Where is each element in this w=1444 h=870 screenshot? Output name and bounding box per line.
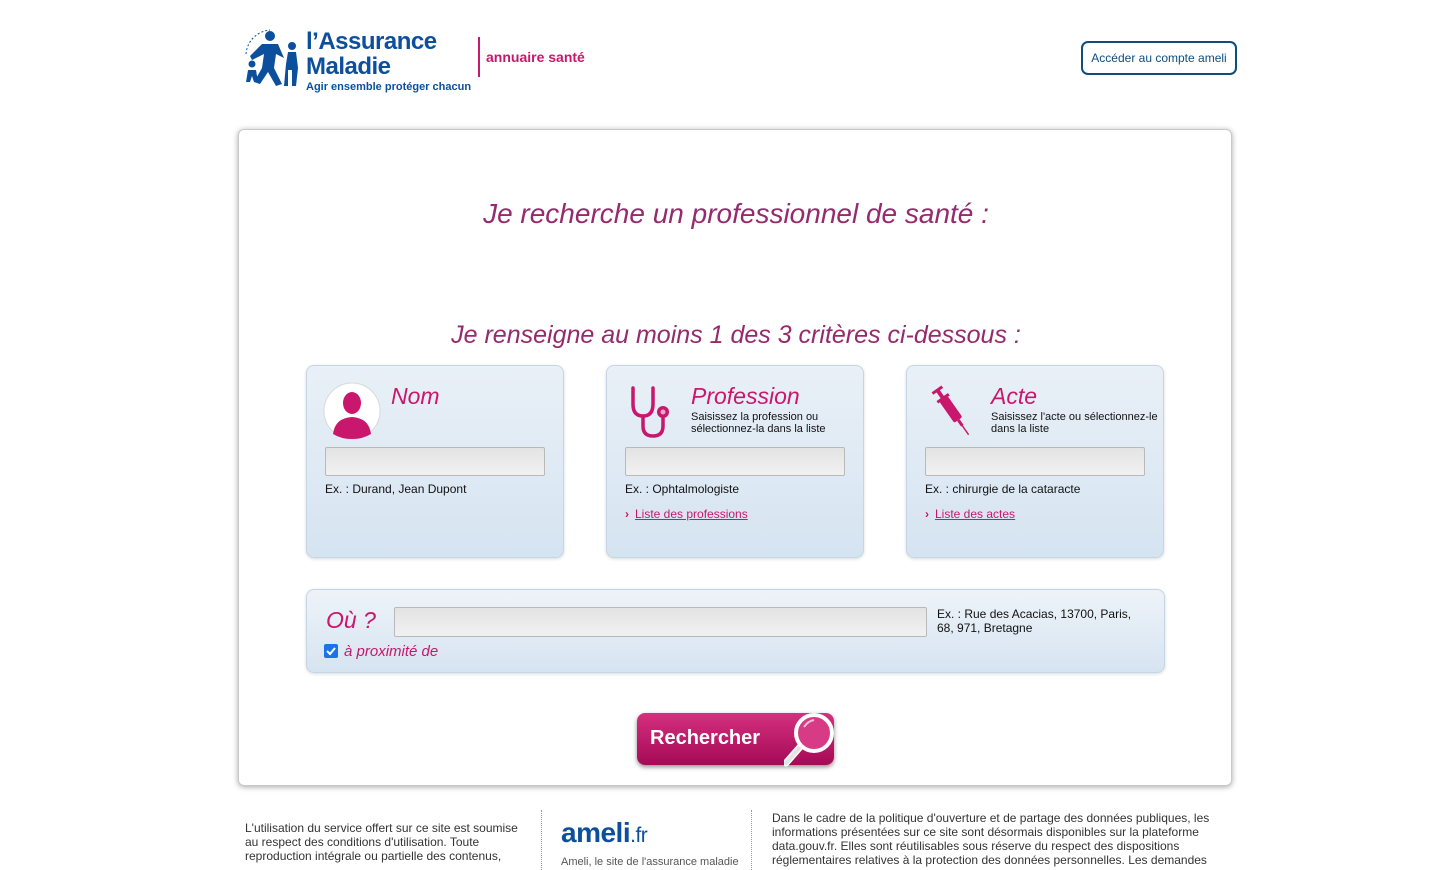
page-title: Je recherche un professionnel de santé :: [483, 198, 989, 229]
logo-slogan: Agir ensemble protéger chacun: [306, 81, 472, 93]
location-example: Ex. : Rue des Acacias, 13700, Paris, 68,…: [937, 607, 1132, 635]
act-card-title: Acte: [991, 383, 1038, 409]
assurance-maladie-logo[interactable]: l’Assurance Maladie Agir ensemble protég…: [240, 24, 480, 96]
service-subtitle: annuaire santé: [486, 49, 585, 65]
profession-criteria-card: Profession Saisissez la profession ou sé…: [606, 365, 864, 558]
act-list-link[interactable]: › Liste des actes: [925, 507, 1015, 521]
act-example: Ex. : chirurgie de la cataracte: [925, 482, 1081, 496]
assurance-maladie-figures-icon: [245, 29, 298, 86]
profession-input[interactable]: [625, 447, 845, 476]
profession-help: Saisissez la profession ou sélectionnez-…: [691, 411, 826, 435]
footer-divider: [541, 810, 542, 870]
chevron-right-icon: ›: [925, 507, 929, 521]
proximity-checkbox[interactable]: [324, 644, 338, 658]
name-input[interactable]: [325, 447, 545, 476]
magnifier-icon: [784, 713, 834, 767]
ameli-tagline: Ameli, le site de l'assurance maladie: [561, 856, 739, 868]
act-help: Saisissez l'acte ou sélectionnez-le dans…: [991, 411, 1158, 435]
ameli-brand: ameli: [561, 817, 631, 848]
footer-divider: [751, 810, 752, 870]
checkmark-icon: [326, 647, 336, 656]
act-input[interactable]: [925, 447, 1145, 476]
location-criteria-box: Où ? Ex. : Rue des Acacias, 13700, Paris…: [306, 589, 1165, 673]
name-criteria-card: Nom Ex. : Durand, Jean Dupont: [306, 365, 564, 558]
stethoscope-icon: [631, 386, 669, 438]
act-criteria-card: Acte Saisissez l'acte ou sélectionnez-le…: [906, 365, 1164, 558]
search-button-label: Rechercher: [650, 727, 761, 749]
profession-list-link-label: Liste des professions: [635, 507, 748, 521]
chevron-right-icon: ›: [625, 507, 629, 521]
terms-text: L'utilisation du service offert sur ce s…: [245, 821, 518, 863]
name-example: Ex. : Durand, Jean Dupont: [325, 482, 467, 496]
search-panel: Je recherche un professionnel de santé :…: [238, 129, 1232, 786]
criteria-title: Je renseigne au moins 1 des 3 critères c…: [451, 321, 1021, 349]
header-divider: [478, 37, 480, 77]
proximity-label[interactable]: à proximité de: [344, 643, 438, 660]
location-label: Où ?: [326, 607, 376, 633]
person-icon: [323, 382, 381, 440]
profession-list-link[interactable]: › Liste des professions: [625, 507, 748, 521]
profession-example: Ex. : Ophtalmologiste: [625, 482, 740, 496]
account-button[interactable]: Accéder au compte ameli: [1081, 41, 1237, 75]
syringe-icon: [931, 385, 970, 436]
open-data-text: Dans le cadre de la politique d'ouvertur…: [772, 811, 1210, 867]
act-list-link-label: Liste des actes: [935, 507, 1016, 521]
logo-line-1: l’Assurance: [306, 28, 437, 55]
ameli-logo[interactable]: ameli.fr: [561, 817, 648, 849]
profession-card-title: Profession: [691, 383, 800, 409]
location-input[interactable]: [394, 607, 927, 637]
name-card-title: Nom: [391, 383, 440, 409]
ameli-tld: .fr: [630, 824, 648, 847]
logo-line-2: Maladie: [306, 53, 391, 80]
search-button[interactable]: Rechercher: [637, 713, 834, 767]
